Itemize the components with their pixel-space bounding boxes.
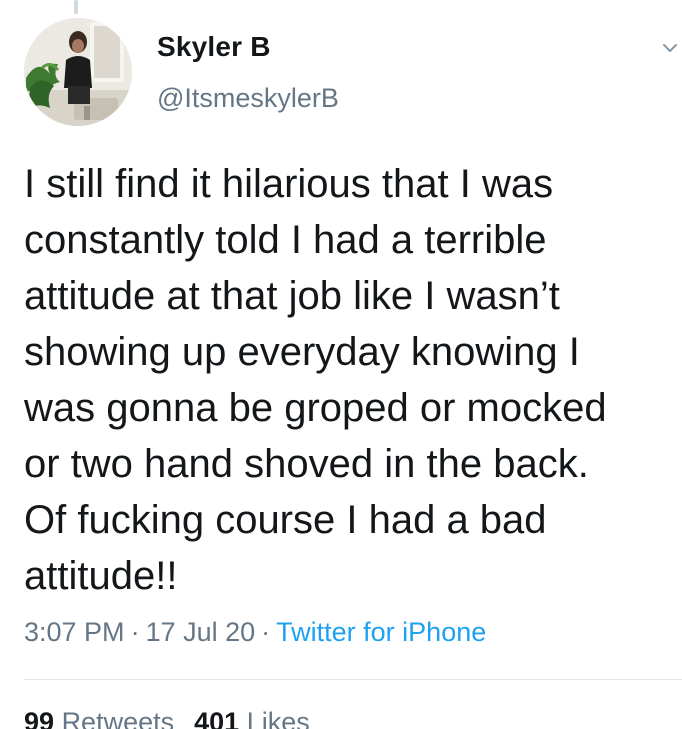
user-handle[interactable]: @ItsmeskylerB <box>157 83 339 114</box>
tweet-metadata: 3:07 PM · 17 Jul 20 · Twitter for iPhone <box>24 617 486 648</box>
avatar-photo <box>24 18 132 126</box>
likes-count: 401 <box>194 707 240 729</box>
divider <box>24 679 682 680</box>
tweet-time[interactable]: 3:07 PM <box>24 617 125 647</box>
meta-separator: · <box>130 617 140 647</box>
avatar[interactable] <box>24 18 132 126</box>
engagement-stats: 99 Retweets 401 Likes <box>24 707 310 729</box>
retweets-count: 99 <box>24 707 55 729</box>
tweet-date[interactable]: 17 Jul 20 <box>146 617 256 647</box>
tweet-card: Skyler B @ItsmeskylerB I still find it h… <box>0 0 682 729</box>
tweet-source-link[interactable]: Twitter for iPhone <box>276 617 486 647</box>
thread-connector-line <box>74 0 78 14</box>
meta-separator: · <box>261 617 271 647</box>
tweet-text: I still find it hilarious that I was con… <box>24 162 607 598</box>
chevron-down-icon[interactable] <box>662 40 678 56</box>
likes-label: Likes <box>246 707 310 729</box>
display-name[interactable]: Skyler B <box>157 31 271 63</box>
likes-stat[interactable]: 401 Likes <box>194 707 310 729</box>
retweets-label: Retweets <box>61 707 175 729</box>
retweets-stat[interactable]: 99 Retweets <box>24 707 174 729</box>
